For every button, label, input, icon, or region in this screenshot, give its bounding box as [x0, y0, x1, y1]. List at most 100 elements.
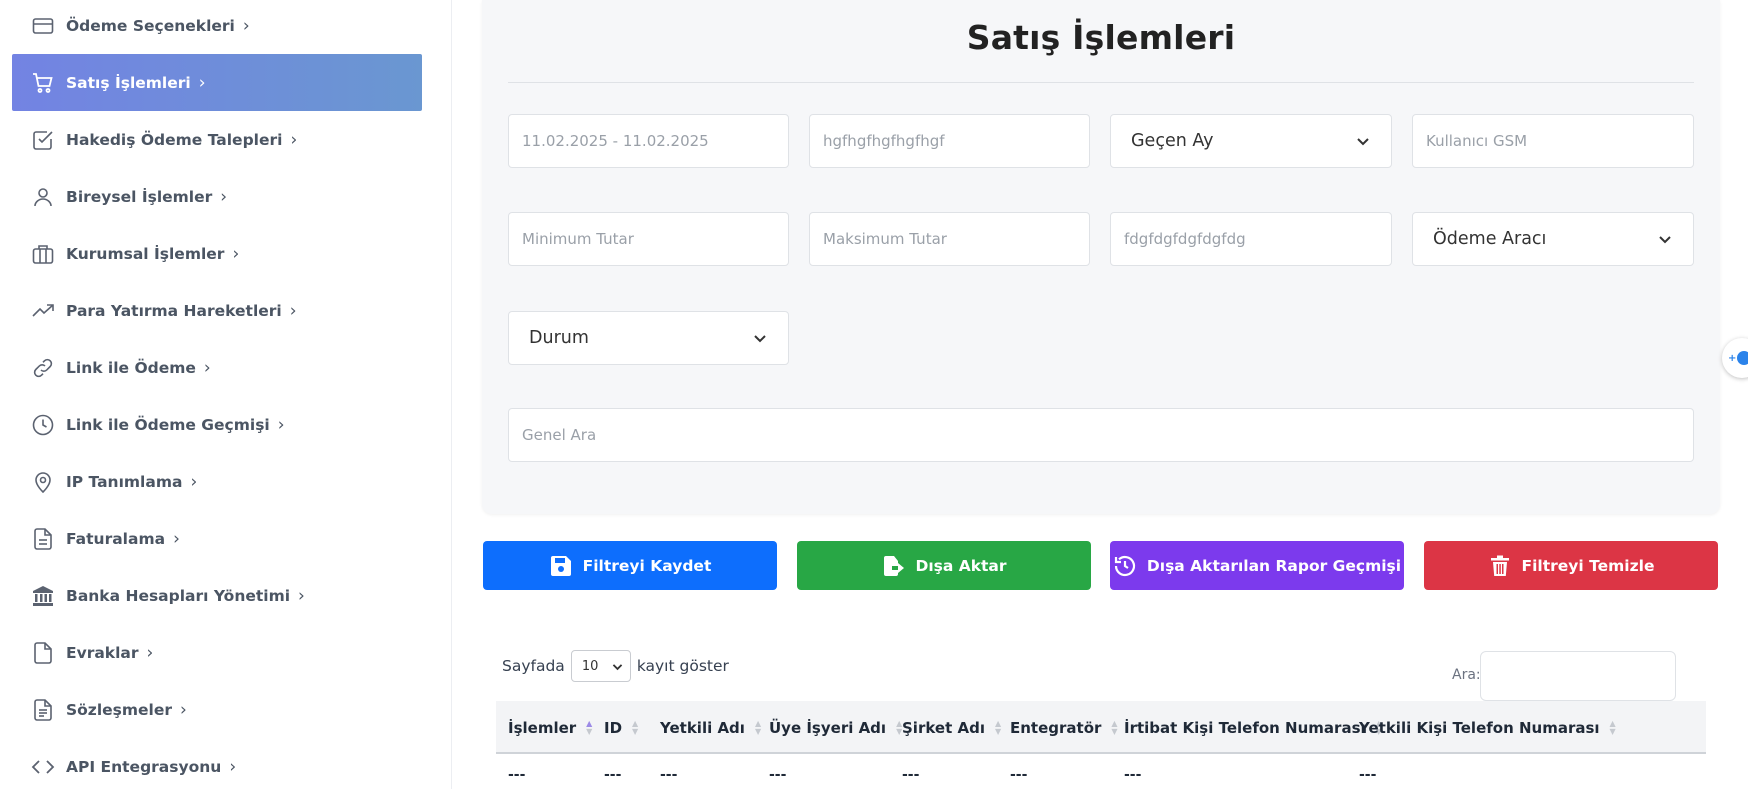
sidebar-item-label: Link ile Ödeme	[66, 358, 196, 377]
column-header-contact-phone[interactable]: İrtibat Kişi Telefon Numarası ▲ ▼	[1124, 701, 1382, 754]
sidebar-item-label: Hakediş Ödeme Talepleri	[66, 130, 283, 149]
column-label: ID	[604, 718, 623, 737]
payment-tool-select-value: Ödeme Aracı	[1433, 229, 1547, 249]
title-divider	[508, 82, 1694, 83]
sidebar-item-settlement-requests[interactable]: Hakediş Ödeme Talepleri ›	[12, 111, 422, 168]
sidebar-item-label: Kurumsal İşlemler	[66, 244, 225, 263]
link-icon	[30, 355, 56, 381]
sidebar-item-label: Ödeme Seçenekleri	[66, 16, 235, 35]
cart-icon	[30, 70, 56, 96]
column-header-actions[interactable]: İşlemler ▲ ▼	[508, 701, 592, 754]
sidebar-item-contracts[interactable]: Sözleşmeler ›	[12, 681, 422, 738]
general-search-field[interactable]	[508, 408, 1694, 462]
chevron-right-icon: ›	[146, 642, 154, 663]
export-history-button[interactable]: Dışa Aktarılan Rapor Geçmişi	[1110, 541, 1404, 590]
chevron-right-icon: ›	[220, 186, 228, 207]
column-header-integrator[interactable]: Entegratör ▲ ▼	[1010, 701, 1118, 754]
sidebar-item-ip-definition[interactable]: IP Tanımlama ›	[12, 453, 422, 510]
sidebar-item-label: Para Yatırma Hareketleri	[66, 301, 282, 320]
max-amount-field[interactable]	[809, 212, 1090, 266]
payment-tool-select[interactable]: Ödeme Aracı	[1412, 212, 1694, 266]
table-cell: ---	[508, 767, 526, 783]
chevron-down-icon	[752, 330, 768, 346]
min-amount-field[interactable]	[508, 212, 789, 266]
status-select[interactable]: Durum	[508, 311, 789, 365]
sidebar-item-pay-by-link-history[interactable]: Link ile Ödeme Geçmişi ›	[12, 396, 422, 453]
table-search-input[interactable]	[1480, 651, 1676, 701]
general-search-input[interactable]	[522, 426, 1680, 444]
sidebar-item-individual[interactable]: Bireysel İşlemler ›	[12, 168, 422, 225]
sidebar-item-corporate[interactable]: Kurumsal İşlemler ›	[12, 225, 422, 282]
date-range-field[interactable]	[508, 114, 789, 168]
clear-filter-button[interactable]: Filtreyi Temizle	[1424, 541, 1718, 590]
sidebar-item-label: Satış İşlemleri	[66, 73, 191, 92]
location-pin-icon	[30, 469, 56, 495]
column-header-authorized-phone[interactable]: Yetkili Kişi Telefon Numarası ▲ ▼	[1359, 701, 1616, 754]
column-label: Yetkili Kişi Telefon Numarası	[1359, 718, 1600, 737]
sparkle-icon: +	[1728, 352, 1737, 364]
chevron-down-icon	[1657, 231, 1673, 247]
clear-filter-label: Filtreyi Temizle	[1521, 556, 1655, 575]
user-icon	[30, 184, 56, 210]
user-gsm-field[interactable]	[1412, 114, 1694, 168]
sidebar: Ödeme Seçenekleri › Satış İşlemleri › Ha…	[0, 0, 452, 789]
table-cell: ---	[660, 767, 678, 783]
sidebar-item-label: Banka Hesapları Yönetimi	[66, 586, 291, 605]
trending-up-icon	[30, 298, 56, 324]
column-label: İrtibat Kişi Telefon Numarası	[1124, 718, 1366, 737]
sidebar-item-bank-accounts[interactable]: Banka Hesapları Yönetimi ›	[12, 567, 422, 624]
per-page-select[interactable]: 10	[570, 650, 631, 682]
sidebar-item-payment-options[interactable]: Ödeme Seçenekleri ›	[12, 0, 422, 54]
chevron-right-icon: ›	[198, 72, 206, 93]
chevron-down-icon	[612, 663, 623, 670]
sidebar-item-label: Bireysel İşlemler	[66, 187, 213, 206]
sidebar-item-invoicing[interactable]: Faturalama ›	[12, 510, 422, 567]
chevron-right-icon: ›	[229, 756, 237, 777]
column-header-company-name[interactable]: Şirket Adı ▲ ▼	[902, 701, 1001, 754]
chevron-right-icon: ›	[173, 528, 180, 549]
sidebar-item-label: Link ile Ödeme Geçmişi	[66, 415, 270, 434]
period-select[interactable]: Geçen Ay	[1110, 114, 1392, 168]
sidebar-item-label: Sözleşmeler	[66, 700, 173, 719]
table-header: İşlemler ▲ ▼ ID ▲ ▼ Yetkili Adı ▲ ▼ Üye İşy…	[496, 701, 1706, 754]
min-amount-input[interactable]	[522, 230, 775, 248]
page-title: Satış İşlemleri	[966, 18, 1236, 57]
chevron-right-icon: ›	[277, 414, 285, 435]
assistant-icon	[1737, 351, 1748, 365]
briefcase-icon	[30, 241, 56, 267]
floating-assistant-button[interactable]: +	[1722, 338, 1748, 378]
period-select-value: Geçen Ay	[1131, 131, 1214, 151]
contract-icon	[30, 697, 56, 723]
floppy-disk-icon	[549, 554, 573, 578]
max-amount-input[interactable]	[823, 230, 1076, 248]
export-button[interactable]: Dışa Aktar	[797, 541, 1091, 590]
sidebar-item-pay-by-link[interactable]: Link ile Ödeme ›	[12, 339, 422, 396]
chevron-right-icon: ›	[290, 129, 298, 150]
text-filter-1[interactable]	[809, 114, 1090, 168]
sidebar-item-deposit-movements[interactable]: Para Yatırma Hareketleri ›	[12, 282, 422, 339]
filter-card: Satış İşlemleri Geçen Ay Ödeme Aracı	[482, 0, 1720, 514]
column-header-merchant-name[interactable]: Üye İşyeri Adı ▲ ▼	[769, 701, 902, 754]
column-header-authorized-name[interactable]: Yetkili Adı ▲ ▼	[660, 701, 761, 754]
table-cell: ---	[604, 767, 622, 783]
text-filter-2[interactable]	[1110, 212, 1392, 266]
sidebar-item-label: IP Tanımlama	[66, 472, 183, 491]
sidebar-item-sales[interactable]: Satış İşlemleri ›	[12, 54, 422, 111]
sidebar-item-api-integration[interactable]: API Entegrasyonu ›	[12, 738, 422, 789]
column-header-id[interactable]: ID ▲ ▼	[604, 701, 638, 754]
status-select-value: Durum	[529, 328, 589, 348]
chevron-right-icon: ›	[180, 699, 187, 720]
user-gsm-input[interactable]	[1426, 132, 1680, 150]
sort-icon: ▲ ▼	[632, 718, 639, 736]
sidebar-item-documents[interactable]: Evraklar ›	[12, 624, 422, 681]
date-range-input[interactable]	[522, 132, 775, 150]
bank-icon	[30, 583, 56, 609]
text-filter-2-input[interactable]	[1124, 230, 1378, 248]
save-filter-button[interactable]: Filtreyi Kaydet	[483, 541, 777, 590]
table-cell: ---	[1124, 767, 1142, 783]
text-filter-1-input[interactable]	[823, 132, 1076, 150]
sort-icon: ▲ ▼	[1609, 718, 1616, 736]
sort-icon: ▲ ▼	[1111, 718, 1118, 736]
per-page-prefix: Sayfada	[502, 657, 565, 675]
file-icon	[30, 640, 56, 666]
